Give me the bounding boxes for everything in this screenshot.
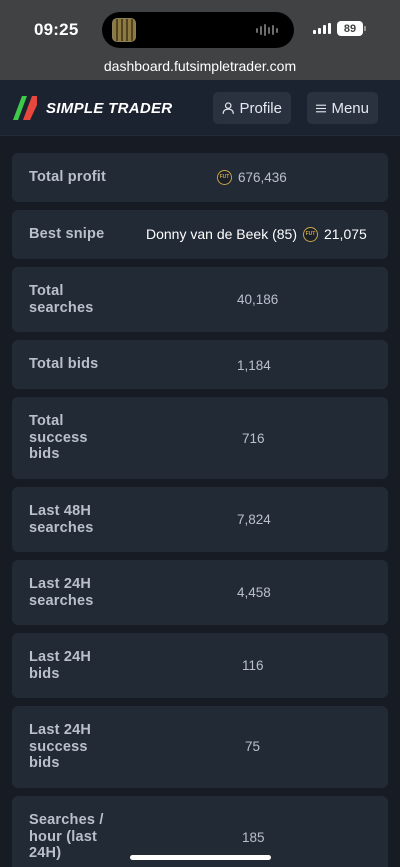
- stat-label: Last 24H success bids: [29, 722, 92, 771]
- stat-value: FUT 676,436: [217, 170, 287, 185]
- total-bids-value: 1,184: [237, 358, 271, 373]
- total-success-bids-value: 716: [242, 431, 265, 446]
- hamburger-icon: [316, 104, 327, 112]
- status-bar: 09:25 89: [0, 0, 400, 56]
- profile-label: Profile: [239, 99, 282, 117]
- app-header: SIMPLE TRADER Profile Menu: [0, 80, 400, 136]
- best-snipe-value: 21,075: [323, 226, 367, 242]
- clock: 09:25: [34, 20, 79, 39]
- user-icon: [222, 102, 234, 114]
- stat-card-last-24h-searches: Last 24H searches 4,458: [12, 560, 388, 625]
- total-searches-value: 40,186: [237, 292, 279, 307]
- battery-cap: [364, 26, 366, 31]
- last-24h-searches-value: 4,458: [237, 585, 271, 600]
- brand-name[interactable]: SIMPLE TRADER: [46, 100, 172, 117]
- last-24h-success-bids-value: 75: [245, 739, 261, 754]
- best-snipe-player: Donny van de Beek (85): [146, 226, 297, 242]
- stat-value: Donny van de Beek (85) FUT 21,075: [146, 226, 367, 242]
- cellular-signal-icon: [313, 23, 331, 34]
- battery-level: 89: [343, 22, 357, 35]
- audio-waveform-icon: [256, 24, 278, 36]
- stat-card-total-profit: Total profit FUT 676,436: [12, 153, 388, 202]
- stat-card-last-24h-bids: Last 24H bids 116: [12, 633, 388, 698]
- stat-label: Last 24H bids: [29, 649, 92, 682]
- stat-card-last-24h-success-bids: Last 24H success bids 75: [12, 706, 388, 788]
- fut-coin-icon: FUT: [217, 170, 232, 185]
- stat-card-total-searches: Total searches 40,186: [12, 267, 388, 332]
- stat-card-total-bids: Total bids 1,184: [12, 340, 388, 389]
- total-profit-value: 676,436: [238, 170, 287, 185]
- menu-button[interactable]: Menu: [307, 92, 378, 124]
- stat-label: Searches / hour (last 24H): [29, 812, 104, 861]
- searches-per-hour-value: 185: [242, 830, 265, 845]
- simple-trader-logo-icon[interactable]: [13, 96, 37, 120]
- stat-card-best-snipe: Best snipe Donny van de Beek (85) FUT 21…: [12, 210, 388, 259]
- stat-label: Best snipe: [29, 226, 105, 242]
- stat-label: Total searches: [29, 283, 94, 316]
- stat-label: Total success bids: [29, 413, 88, 462]
- stat-label: Last 48H searches: [29, 503, 94, 536]
- menu-label: Menu: [331, 99, 369, 117]
- last-24h-bids-value: 116: [242, 658, 264, 673]
- address-bar[interactable]: dashboard.futsimpletrader.com: [0, 56, 400, 80]
- fut-coin-icon: FUT: [302, 226, 318, 242]
- last-48h-searches-value: 7,824: [237, 512, 271, 527]
- stat-label: Total profit: [29, 169, 107, 185]
- stat-card-last-48h-searches: Last 48H searches 7,824: [12, 487, 388, 552]
- stat-label: Total bids: [29, 356, 99, 372]
- home-indicator[interactable]: [130, 855, 271, 860]
- dynamic-island: [102, 12, 294, 48]
- stat-label: Last 24H searches: [29, 576, 94, 609]
- stat-card-total-success-bids: Total success bids 716: [12, 397, 388, 479]
- url-text: dashboard.futsimpletrader.com: [103, 58, 297, 74]
- profile-button[interactable]: Profile: [213, 92, 291, 124]
- battery-icon: 89: [337, 21, 363, 36]
- album-art-icon: [112, 18, 136, 42]
